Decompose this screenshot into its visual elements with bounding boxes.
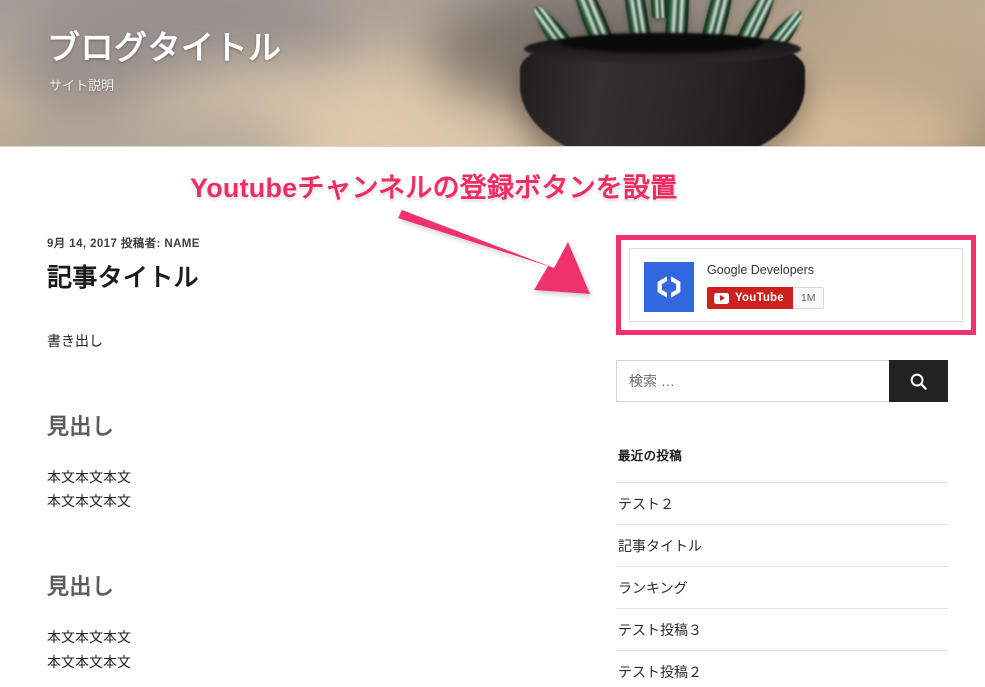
section-paragraphs: 本文本文本文 本文本文本文 <box>47 465 600 515</box>
recent-posts-title: 最近の投稿 <box>618 449 683 463</box>
youtube-channel-name[interactable]: Google Developers <box>707 263 824 278</box>
annotation-label: Youtubeチャンネルの登録ボタンを設置 <box>188 172 678 205</box>
page-content: 9月 14, 2017 投稿者: NAME 記事タイトル 書き出し 見出し 本文… <box>0 147 985 687</box>
article-column: 9月 14, 2017 投稿者: NAME 記事タイトル 書き出し 見出し 本文… <box>0 147 600 687</box>
youtube-subscribe-button[interactable]: YouTube <box>707 287 793 309</box>
paragraph: 本文本文本文 <box>47 493 131 510</box>
plant-pot-opening <box>560 33 765 53</box>
google-developers-logo-icon <box>644 262 694 312</box>
list-item[interactable]: テスト投稿２ <box>616 650 948 687</box>
list-item[interactable]: 記事タイトル <box>616 524 948 566</box>
blog-page: ブログタイトル サイト説明 Youtubeチャンネルの登録ボタンを設置 9月 1… <box>0 0 985 687</box>
search-form <box>616 360 948 402</box>
youtube-subscriber-count[interactable]: 1M <box>792 287 825 309</box>
paragraph: 本文本文本文 <box>47 654 131 671</box>
recent-posts-widget: 最近の投稿 テスト２ 記事タイトル ランキング テスト投稿３ テスト投稿２ <box>616 445 953 687</box>
site-description: サイト説明 <box>49 78 115 94</box>
youtube-subscribe-widget[interactable]: Google Developers YouTube 1M <box>629 248 963 322</box>
recent-post-link[interactable]: テスト２ <box>618 496 674 512</box>
site-title[interactable]: ブログタイトル <box>47 27 282 68</box>
search-input[interactable] <box>616 360 889 402</box>
site-header: ブログタイトル サイト説明 <box>0 0 985 147</box>
paragraph: 本文本文本文 <box>47 629 131 646</box>
list-item[interactable]: テスト２ <box>616 482 948 524</box>
search-button[interactable] <box>889 360 948 402</box>
youtube-widget-meta: Google Developers YouTube 1M <box>707 262 825 309</box>
post-lead-paragraph: 書き出し <box>47 333 103 349</box>
post-body: 書き出し 見出し 本文本文本文 本文本文本文 見出し 本文本文本文 本文本文本文 <box>47 329 600 675</box>
youtube-play-icon <box>714 292 729 304</box>
recent-post-link[interactable]: テスト投稿２ <box>618 664 702 680</box>
paragraph: 本文本文本文 <box>47 468 131 485</box>
post-title[interactable]: 記事タイトル <box>47 258 600 294</box>
youtube-subscribe-label: YouTube <box>735 292 784 304</box>
youtube-subscribe-row: YouTube 1M <box>707 287 825 309</box>
search-icon <box>910 373 927 390</box>
recent-post-link[interactable]: ランキング <box>618 580 688 596</box>
recent-post-link[interactable]: 記事タイトル <box>618 538 702 554</box>
post-meta: 9月 14, 2017 投稿者: NAME <box>47 238 200 250</box>
section-heading: 見出し <box>47 413 115 439</box>
recent-posts-list: テスト２ 記事タイトル ランキング テスト投稿３ テスト投稿２ <box>616 482 948 687</box>
list-item[interactable]: ランキング <box>616 566 948 608</box>
section-heading: 見出し <box>47 574 115 600</box>
list-item[interactable]: テスト投稿３ <box>616 608 948 650</box>
section-paragraphs: 本文本文本文 本文本文本文 <box>47 625 600 675</box>
recent-post-link[interactable]: テスト投稿３ <box>618 622 702 638</box>
youtube-widget-highlight-frame: Google Developers YouTube 1M <box>616 235 976 335</box>
sidebar: Google Developers YouTube 1M 検索 … 最近の投稿 … <box>600 147 985 687</box>
